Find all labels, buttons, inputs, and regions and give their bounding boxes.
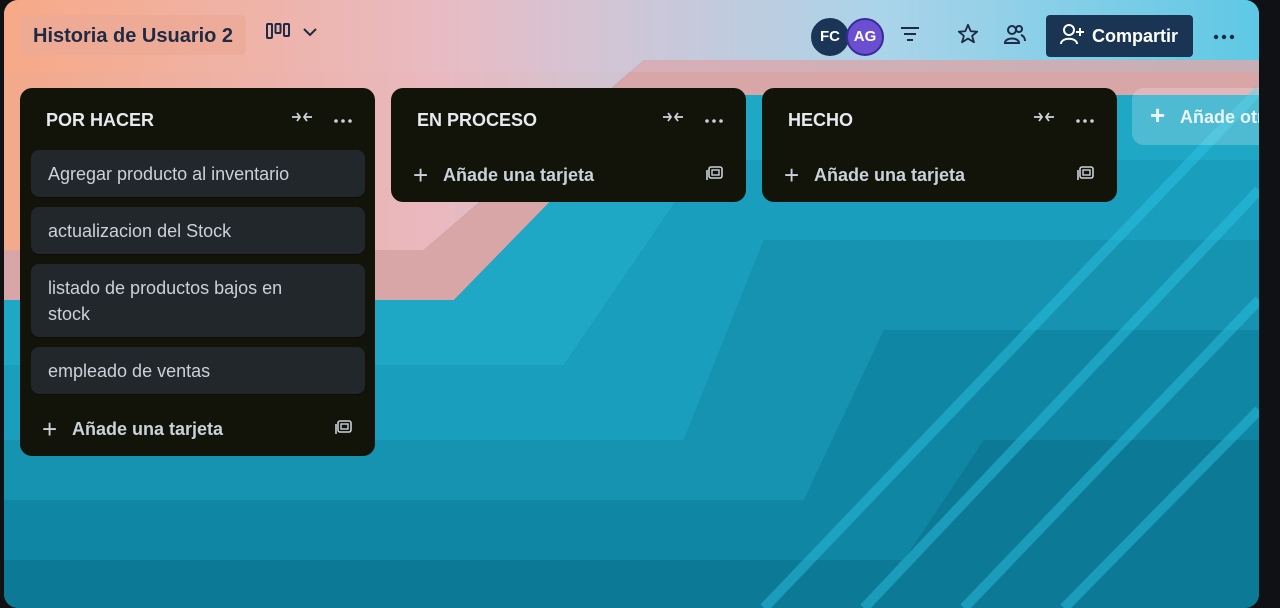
more-icon (1213, 27, 1235, 45)
board-title[interactable]: Historia de Usuario 2 (20, 15, 247, 55)
plus-icon: + (42, 414, 58, 444)
list-header: HECHO (762, 88, 1117, 150)
add-list-button[interactable]: + Añade otra (1132, 88, 1259, 145)
list-title[interactable]: HECHO (788, 110, 853, 131)
collapse-list-icon (291, 110, 313, 128)
collapse-list-button[interactable] (1032, 108, 1056, 130)
collapse-list-button[interactable] (290, 108, 314, 130)
add-card-label: Añade una tarjeta (443, 165, 595, 185)
more-icon (334, 110, 352, 128)
add-card-label: Añade una tarjeta (814, 165, 966, 185)
list-header: EN PROCESO (391, 88, 746, 150)
more-icon (705, 110, 723, 128)
member-avatar-fc[interactable]: FC (811, 18, 849, 56)
collapse-list-icon (1033, 110, 1055, 128)
collapse-list-icon (662, 110, 684, 128)
card[interactable]: Agregar producto al inventario (31, 150, 365, 197)
add-person-icon (1060, 23, 1084, 50)
card[interactable]: listado de productos bajos en stock (31, 264, 365, 337)
board-menu-button[interactable] (1210, 22, 1238, 50)
list-header: POR HACER (20, 88, 375, 150)
plus-icon: + (784, 160, 800, 190)
card[interactable]: actualizacion del Stock (31, 207, 365, 254)
list-menu-button[interactable] (1073, 108, 1097, 130)
team-visibility-icon (1003, 23, 1027, 50)
plus-icon: + (413, 160, 429, 190)
list-por-hacer: POR HACER Agregar producto al inventario… (20, 88, 375, 456)
share-button[interactable]: Compartir (1046, 15, 1193, 57)
board-canvas: Historia de Usuario 2 FC AG Compartir PO… (4, 0, 1259, 608)
visibility-button[interactable] (1001, 22, 1029, 50)
filter-icon (899, 25, 921, 48)
card[interactable]: empleado de ventas (31, 347, 365, 394)
star-button[interactable] (954, 22, 982, 50)
share-label: Compartir (1092, 25, 1179, 46)
filter-button[interactable] (896, 22, 924, 50)
plus-icon: + (1150, 100, 1166, 130)
add-card-button[interactable]: + Añade una tarjeta (762, 150, 1117, 202)
board-view-icon (266, 22, 290, 45)
list-hecho: HECHO + Añade una tarjeta (762, 88, 1117, 202)
add-list-label: Añade otra (1180, 107, 1259, 127)
list-en-proceso: EN PROCESO + Añade una tarjeta (391, 88, 746, 202)
card-template-icon[interactable] (706, 164, 724, 182)
star-icon (957, 23, 979, 50)
list-menu-button[interactable] (331, 108, 355, 130)
list-menu-button[interactable] (702, 108, 726, 130)
more-icon (1076, 110, 1094, 128)
add-card-button[interactable]: + Añade una tarjeta (391, 150, 746, 202)
add-card-label: Añade una tarjeta (72, 419, 224, 439)
card-template-icon[interactable] (1077, 164, 1095, 182)
list-title[interactable]: EN PROCESO (417, 110, 537, 131)
member-avatar-ag[interactable]: AG (846, 18, 884, 56)
chevron-down-icon (302, 25, 318, 43)
list-title[interactable]: POR HACER (46, 110, 154, 131)
board-view-switcher[interactable] (266, 22, 318, 45)
add-card-button[interactable]: + Añade una tarjeta (20, 404, 375, 456)
card-template-icon[interactable] (335, 418, 353, 436)
collapse-list-button[interactable] (661, 108, 685, 130)
